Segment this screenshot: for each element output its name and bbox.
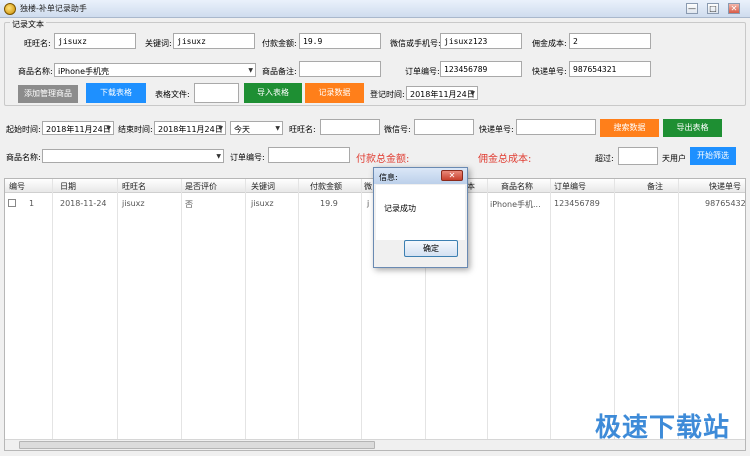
table-cell: 否 [185,200,193,209]
order-label: 订单编号: [405,67,440,76]
column-header[interactable]: 本 [467,181,475,192]
table-cell: 19.9 [320,199,338,208]
watermark-logo: 极速下载站 [594,413,730,443]
express-label: 快递单号: [532,67,567,76]
scrollbar-thumb[interactable] [19,441,375,449]
product-select-value: iPhone手机壳 [58,67,110,76]
dialog-message: 记录成功 [384,204,416,213]
table-file-input[interactable] [194,83,239,103]
total-payment-label: 付款总金额: [356,154,410,165]
search-order-input[interactable] [268,147,350,163]
column-header[interactable]: 商品名称 [501,181,533,192]
table-cell: 98765432 [705,199,746,208]
window-title: 独楼-补单记录助手 [20,4,87,13]
start-time-label: 起始时间: [6,125,41,134]
search-wangwang-input[interactable] [320,119,380,135]
info-dialog: 信息: ✕ 记录成功 确定 [373,167,468,268]
table-cell: 1 [29,199,35,208]
table-cell: iPhone手机... [490,200,541,209]
column-header[interactable]: 旺旺名 [122,181,146,192]
keyword-label: 关键词: [145,39,172,48]
chevron-down-icon: ▼ [218,125,223,132]
product-label: 商品名称: [18,67,53,76]
search-product-label: 商品名称: [6,153,41,162]
record-data-button[interactable]: 记录数据 [305,83,364,103]
search-express-input[interactable] [516,119,596,135]
date-range-value: 今天 [234,125,250,134]
chevron-down-icon: ▼ [216,153,221,160]
dialog-ok-button[interactable]: 确定 [404,240,458,257]
wechat-input[interactable]: jisuxz123 [440,33,522,49]
record-group-title: 记录文本 [10,19,46,30]
close-button[interactable]: ✕ [728,3,740,14]
title-bar [0,0,750,18]
column-header[interactable]: 微 [364,181,372,192]
column-header[interactable]: 订单编号 [554,181,586,192]
search-product-select[interactable]: ▼ [42,149,224,163]
start-time-value: 2018年11月24日 [46,125,111,134]
exceed-label: 超过: [595,154,614,163]
payment-label: 付款金额: [262,39,297,48]
start-time-picker[interactable]: 2018年11月24日 ▼ [42,121,114,135]
express-input[interactable]: 987654321 [569,61,651,77]
remark-input[interactable] [299,61,381,77]
commission-input[interactable]: 2 [569,33,651,49]
chevron-down-icon: ▼ [275,125,280,132]
start-filter-button[interactable]: 开始筛选 [690,147,736,165]
import-table-button[interactable]: 导入表格 [244,83,302,103]
column-header[interactable]: 备注 [647,181,663,192]
table-cell: jisuxz [122,199,145,208]
keyword-input[interactable]: jisuxz [173,33,255,49]
app-icon [4,3,16,15]
product-select[interactable]: iPhone手机壳 ▼ [54,63,256,77]
end-time-label: 结束时间: [118,125,153,134]
record-time-value: 2018年11月24日 [410,90,475,99]
end-time-value: 2018年11月24日 [158,125,223,134]
minimize-button[interactable]: — [686,3,698,14]
add-product-button[interactable]: 添加管理商品 [18,85,78,103]
column-header[interactable]: 编号 [9,181,25,192]
record-time-label: 登记时间: [370,90,405,99]
record-time-picker[interactable]: 2018年11月24日 ▼ [406,86,478,100]
column-header[interactable]: 是否评价 [185,181,217,192]
search-order-label: 订单编号: [230,153,265,162]
search-wechat-input[interactable] [414,119,474,135]
chevron-down-icon: ▼ [248,67,253,74]
search-wangwang-label: 旺旺名: [289,125,316,134]
table-cell: j [367,199,370,208]
wangwang-label: 旺旺名: [24,39,51,48]
chevron-down-icon: ▼ [106,125,111,132]
column-header[interactable]: 付款金额 [310,181,342,192]
exceed-days-input[interactable] [618,147,658,165]
chevron-down-icon: ▼ [470,90,475,97]
search-express-label: 快递单号: [479,125,514,134]
wechat-label: 微信或手机号: [390,39,441,48]
remark-label: 商品备注: [262,67,297,76]
table-cell: 2018-11-24 [60,199,107,208]
table-cell: jisuxz [251,199,274,208]
maximize-button[interactable]: □ [707,3,719,14]
dialog-body: 记录成功 [376,185,465,240]
search-data-button[interactable]: 搜索数据 [600,119,659,137]
search-wechat-label: 微信号: [384,125,411,134]
dialog-title: 信息: [379,173,398,182]
row-checkbox[interactable] [8,199,16,207]
order-input[interactable]: 123456789 [440,61,522,77]
download-table-button[interactable]: 下载表格 [86,83,146,103]
export-table-button[interactable]: 导出表格 [663,119,722,137]
column-header[interactable]: 关键词 [251,181,275,192]
table-cell: 123456789 [554,199,600,208]
column-header[interactable]: 快递单号 [709,181,741,192]
wangwang-input[interactable]: jisuxz [54,33,136,49]
column-header[interactable]: 日期 [60,181,76,192]
dialog-close-button[interactable]: ✕ [441,170,463,181]
end-time-picker[interactable]: 2018年11月24日 ▼ [154,121,226,135]
total-commission-label: 佣金总成本: [478,154,532,165]
commission-label: 佣金成本: [532,39,567,48]
days-user-label: 天用户 [662,154,686,163]
date-range-select[interactable]: 今天 ▼ [230,121,283,135]
table-file-label: 表格文件: [155,90,190,99]
payment-input[interactable]: 19.9 [299,33,381,49]
